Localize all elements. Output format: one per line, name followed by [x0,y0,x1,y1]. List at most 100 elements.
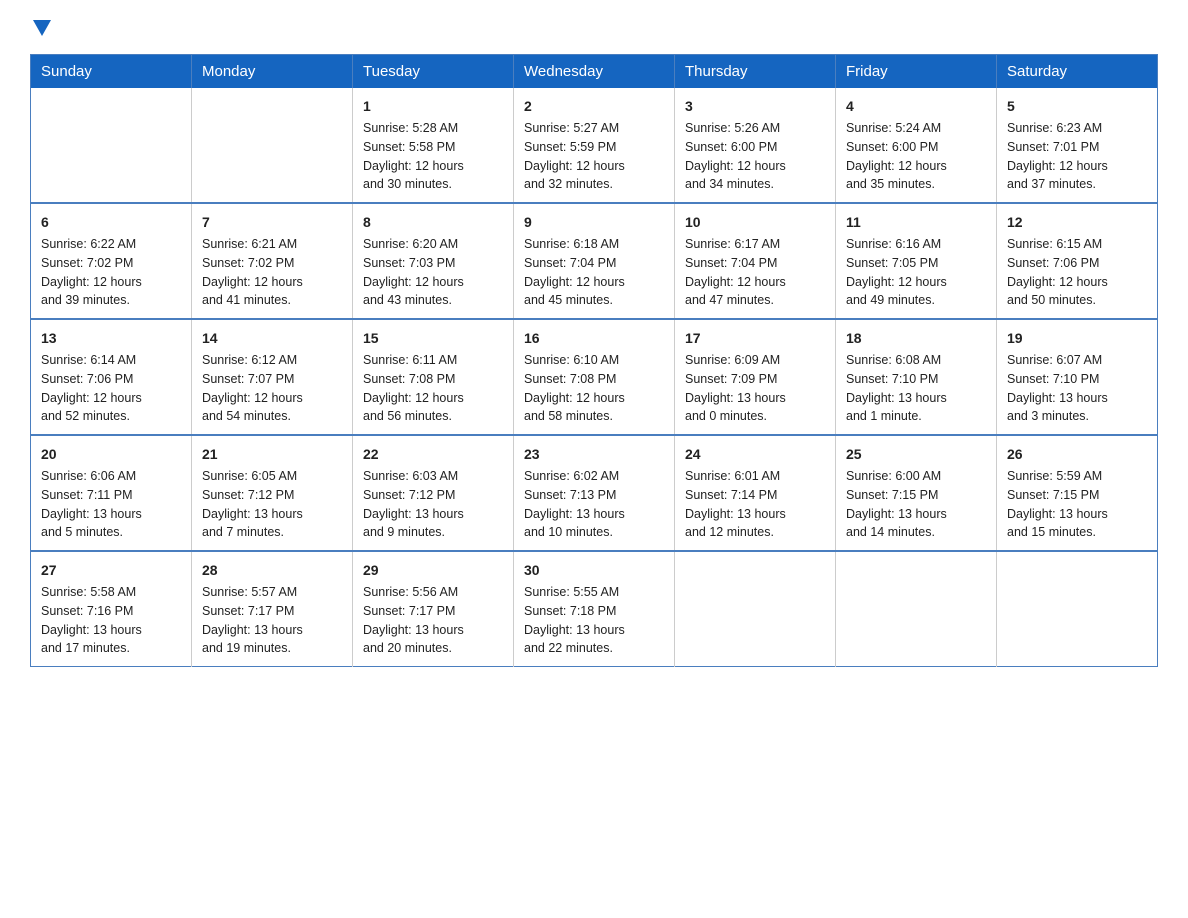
calendar-cell: 6Sunrise: 6:22 AM Sunset: 7:02 PM Daylig… [31,203,192,319]
calendar-cell: 8Sunrise: 6:20 AM Sunset: 7:03 PM Daylig… [353,203,514,319]
calendar-cell: 24Sunrise: 6:01 AM Sunset: 7:14 PM Dayli… [675,435,836,551]
day-number: 15 [363,328,503,349]
calendar-cell: 23Sunrise: 6:02 AM Sunset: 7:13 PM Dayli… [514,435,675,551]
day-info: Sunrise: 6:09 AM Sunset: 7:09 PM Dayligh… [685,351,825,426]
day-info: Sunrise: 5:55 AM Sunset: 7:18 PM Dayligh… [524,583,664,658]
calendar-day-header: Thursday [675,55,836,89]
calendar-cell: 17Sunrise: 6:09 AM Sunset: 7:09 PM Dayli… [675,319,836,435]
calendar-week-row: 20Sunrise: 6:06 AM Sunset: 7:11 PM Dayli… [31,435,1158,551]
day-info: Sunrise: 5:56 AM Sunset: 7:17 PM Dayligh… [363,583,503,658]
calendar-cell: 13Sunrise: 6:14 AM Sunset: 7:06 PM Dayli… [31,319,192,435]
calendar-cell [192,88,353,203]
calendar-cell: 18Sunrise: 6:08 AM Sunset: 7:10 PM Dayli… [836,319,997,435]
day-info: Sunrise: 6:17 AM Sunset: 7:04 PM Dayligh… [685,235,825,310]
calendar-cell: 5Sunrise: 6:23 AM Sunset: 7:01 PM Daylig… [997,88,1158,203]
day-number: 23 [524,444,664,465]
calendar-cell: 14Sunrise: 6:12 AM Sunset: 7:07 PM Dayli… [192,319,353,435]
day-info: Sunrise: 6:15 AM Sunset: 7:06 PM Dayligh… [1007,235,1147,310]
calendar-cell: 11Sunrise: 6:16 AM Sunset: 7:05 PM Dayli… [836,203,997,319]
day-info: Sunrise: 6:00 AM Sunset: 7:15 PM Dayligh… [846,467,986,542]
calendar-cell: 25Sunrise: 6:00 AM Sunset: 7:15 PM Dayli… [836,435,997,551]
day-number: 10 [685,212,825,233]
day-info: Sunrise: 6:10 AM Sunset: 7:08 PM Dayligh… [524,351,664,426]
calendar-cell: 30Sunrise: 5:55 AM Sunset: 7:18 PM Dayli… [514,551,675,667]
day-number: 25 [846,444,986,465]
day-number: 9 [524,212,664,233]
calendar-cell: 7Sunrise: 6:21 AM Sunset: 7:02 PM Daylig… [192,203,353,319]
day-info: Sunrise: 6:18 AM Sunset: 7:04 PM Dayligh… [524,235,664,310]
day-info: Sunrise: 6:02 AM Sunset: 7:13 PM Dayligh… [524,467,664,542]
day-number: 20 [41,444,181,465]
calendar-header-row: SundayMondayTuesdayWednesdayThursdayFrid… [31,55,1158,89]
day-info: Sunrise: 6:03 AM Sunset: 7:12 PM Dayligh… [363,467,503,542]
logo-triangle-icon [33,20,51,36]
calendar-day-header: Wednesday [514,55,675,89]
calendar-table: SundayMondayTuesdayWednesdayThursdayFrid… [30,54,1158,667]
day-number: 16 [524,328,664,349]
day-number: 18 [846,328,986,349]
calendar-cell [31,88,192,203]
day-number: 1 [363,96,503,117]
day-number: 12 [1007,212,1147,233]
day-number: 29 [363,560,503,581]
logo-block [30,20,51,36]
day-number: 11 [846,212,986,233]
calendar-cell: 9Sunrise: 6:18 AM Sunset: 7:04 PM Daylig… [514,203,675,319]
day-number: 8 [363,212,503,233]
day-number: 28 [202,560,342,581]
calendar-day-header: Sunday [31,55,192,89]
day-info: Sunrise: 6:22 AM Sunset: 7:02 PM Dayligh… [41,235,181,310]
day-number: 24 [685,444,825,465]
day-info: Sunrise: 6:20 AM Sunset: 7:03 PM Dayligh… [363,235,503,310]
calendar-cell: 21Sunrise: 6:05 AM Sunset: 7:12 PM Dayli… [192,435,353,551]
calendar-cell [836,551,997,667]
calendar-week-row: 1Sunrise: 5:28 AM Sunset: 5:58 PM Daylig… [31,88,1158,203]
day-number: 27 [41,560,181,581]
calendar-cell: 12Sunrise: 6:15 AM Sunset: 7:06 PM Dayli… [997,203,1158,319]
calendar-cell: 10Sunrise: 6:17 AM Sunset: 7:04 PM Dayli… [675,203,836,319]
day-info: Sunrise: 5:24 AM Sunset: 6:00 PM Dayligh… [846,119,986,194]
day-info: Sunrise: 6:01 AM Sunset: 7:14 PM Dayligh… [685,467,825,542]
calendar-cell [675,551,836,667]
calendar-cell: 26Sunrise: 5:59 AM Sunset: 7:15 PM Dayli… [997,435,1158,551]
calendar-cell [997,551,1158,667]
day-number: 26 [1007,444,1147,465]
day-info: Sunrise: 5:28 AM Sunset: 5:58 PM Dayligh… [363,119,503,194]
day-info: Sunrise: 5:27 AM Sunset: 5:59 PM Dayligh… [524,119,664,194]
calendar-cell: 28Sunrise: 5:57 AM Sunset: 7:17 PM Dayli… [192,551,353,667]
calendar-week-row: 13Sunrise: 6:14 AM Sunset: 7:06 PM Dayli… [31,319,1158,435]
day-info: Sunrise: 6:23 AM Sunset: 7:01 PM Dayligh… [1007,119,1147,194]
calendar-day-header: Tuesday [353,55,514,89]
day-number: 21 [202,444,342,465]
day-number: 2 [524,96,664,117]
calendar-cell: 3Sunrise: 5:26 AM Sunset: 6:00 PM Daylig… [675,88,836,203]
day-number: 13 [41,328,181,349]
day-number: 5 [1007,96,1147,117]
calendar-cell: 2Sunrise: 5:27 AM Sunset: 5:59 PM Daylig… [514,88,675,203]
day-info: Sunrise: 5:59 AM Sunset: 7:15 PM Dayligh… [1007,467,1147,542]
day-number: 7 [202,212,342,233]
calendar-cell: 4Sunrise: 5:24 AM Sunset: 6:00 PM Daylig… [836,88,997,203]
day-info: Sunrise: 6:07 AM Sunset: 7:10 PM Dayligh… [1007,351,1147,426]
calendar-cell: 1Sunrise: 5:28 AM Sunset: 5:58 PM Daylig… [353,88,514,203]
day-number: 22 [363,444,503,465]
day-number: 17 [685,328,825,349]
day-number: 30 [524,560,664,581]
day-number: 4 [846,96,986,117]
day-info: Sunrise: 6:08 AM Sunset: 7:10 PM Dayligh… [846,351,986,426]
day-info: Sunrise: 6:21 AM Sunset: 7:02 PM Dayligh… [202,235,342,310]
calendar-cell: 19Sunrise: 6:07 AM Sunset: 7:10 PM Dayli… [997,319,1158,435]
calendar-week-row: 27Sunrise: 5:58 AM Sunset: 7:16 PM Dayli… [31,551,1158,667]
day-info: Sunrise: 6:14 AM Sunset: 7:06 PM Dayligh… [41,351,181,426]
calendar-cell: 22Sunrise: 6:03 AM Sunset: 7:12 PM Dayli… [353,435,514,551]
calendar-day-header: Saturday [997,55,1158,89]
calendar-week-row: 6Sunrise: 6:22 AM Sunset: 7:02 PM Daylig… [31,203,1158,319]
calendar-cell: 16Sunrise: 6:10 AM Sunset: 7:08 PM Dayli… [514,319,675,435]
day-number: 3 [685,96,825,117]
day-info: Sunrise: 5:26 AM Sunset: 6:00 PM Dayligh… [685,119,825,194]
calendar-cell: 27Sunrise: 5:58 AM Sunset: 7:16 PM Dayli… [31,551,192,667]
calendar-day-header: Friday [836,55,997,89]
calendar-cell: 29Sunrise: 5:56 AM Sunset: 7:17 PM Dayli… [353,551,514,667]
day-info: Sunrise: 6:11 AM Sunset: 7:08 PM Dayligh… [363,351,503,426]
calendar-day-header: Monday [192,55,353,89]
